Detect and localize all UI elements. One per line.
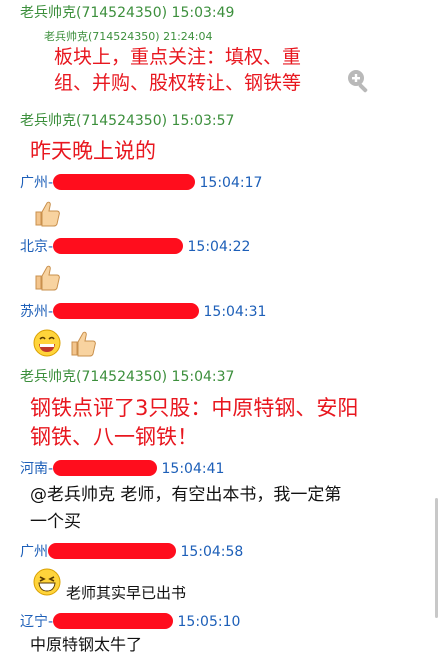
message-time: 15:04:22 — [187, 239, 251, 255]
zoom-in-icon[interactable] — [346, 68, 372, 94]
message-line: 钢铁、八一钢铁！ — [30, 425, 198, 449]
message-header: 北京- 15:04:22 — [20, 236, 250, 256]
message-header: 广州 15:04:58 — [20, 541, 243, 561]
message-text[interactable]: @老兵帅克 老师，有空出本书，我一定第 一个买 — [30, 482, 341, 536]
sender-name[interactable]: 苏州- — [20, 304, 53, 320]
message-line: @老兵帅克 老师，有空出本书，我一定第 — [30, 485, 342, 505]
chat-window: 老兵帅克(714524350) 15:03:49 老兵帅克(714524350)… — [0, 0, 438, 659]
message-line: 钢铁点评了3只股：中原特钢、安阳 — [30, 396, 359, 420]
redaction-mark — [53, 303, 200, 319]
message-time: 15:04:37 — [171, 369, 235, 385]
grinning-face-icon[interactable] — [32, 328, 62, 358]
message-header: 广州- 15:04:17 — [20, 172, 262, 192]
redaction-mark — [53, 613, 174, 629]
message-header: 辽宁- 15:05:10 — [20, 611, 240, 631]
message-time: 15:03:49 — [171, 5, 235, 21]
thumbs-up-icon[interactable] — [32, 262, 62, 292]
message-time: 15:04:31 — [203, 304, 267, 320]
message-text[interactable]: 昨天晚上说的 — [30, 137, 156, 165]
thumbs-up-icon[interactable] — [32, 198, 62, 228]
redaction-mark — [48, 543, 176, 559]
message-header: 老兵帅克(714524350) 15:03:57 — [20, 110, 234, 130]
message-header: 老兵帅克(714524350) 15:03:49 — [20, 2, 234, 22]
laughing-face-icon[interactable] — [32, 567, 62, 597]
message-text[interactable]: 钢铁点评了3只股：中原特钢、安阳 钢铁、八一钢铁！ — [30, 394, 358, 452]
sender-name[interactable]: 广州- — [20, 175, 53, 191]
message-header: 河南- 15:04:41 — [20, 458, 224, 478]
sender-name[interactable]: 辽宁- — [20, 614, 53, 630]
sender-name[interactable]: 广州 — [20, 544, 48, 560]
sender-name[interactable]: 河南- — [20, 461, 53, 477]
message-text[interactable]: 中原特钢太牛了 — [30, 634, 142, 656]
quoted-line: 组、并购、股权转让、钢铁等 — [54, 72, 302, 94]
message-time: 15:05:10 — [177, 614, 241, 630]
message-time: 15:03:57 — [171, 113, 235, 129]
message-time: 15:04:17 — [199, 175, 263, 191]
thumbs-up-icon[interactable] — [68, 328, 98, 358]
redaction-mark — [53, 174, 196, 190]
quoted-message[interactable]: 板块上，重点关注：填权、重 组、并购、股权转让、钢铁等 — [54, 44, 301, 96]
quoted-message-meta: 老兵帅克(714524350) 21:24:04 — [44, 30, 213, 43]
quoted-line: 板块上，重点关注：填权、重 — [54, 46, 302, 68]
message-text[interactable]: 老师其实早已出书 — [66, 582, 186, 604]
sender-name[interactable]: 老兵帅克(714524350) — [20, 113, 167, 129]
message-time: 15:04:58 — [180, 544, 244, 560]
sender-name[interactable]: 老兵帅克(714524350) — [20, 369, 167, 385]
message-time: 15:04:41 — [161, 461, 225, 477]
message-header: 老兵帅克(714524350) 15:04:37 — [20, 366, 234, 386]
message-line: 一个买 — [30, 512, 81, 532]
sender-name[interactable]: 老兵帅克(714524350) — [20, 5, 167, 21]
message-header: 苏州- 15:04:31 — [20, 301, 266, 321]
redaction-mark — [53, 460, 158, 476]
sender-name[interactable]: 北京- — [20, 239, 53, 255]
redaction-mark — [53, 238, 184, 254]
